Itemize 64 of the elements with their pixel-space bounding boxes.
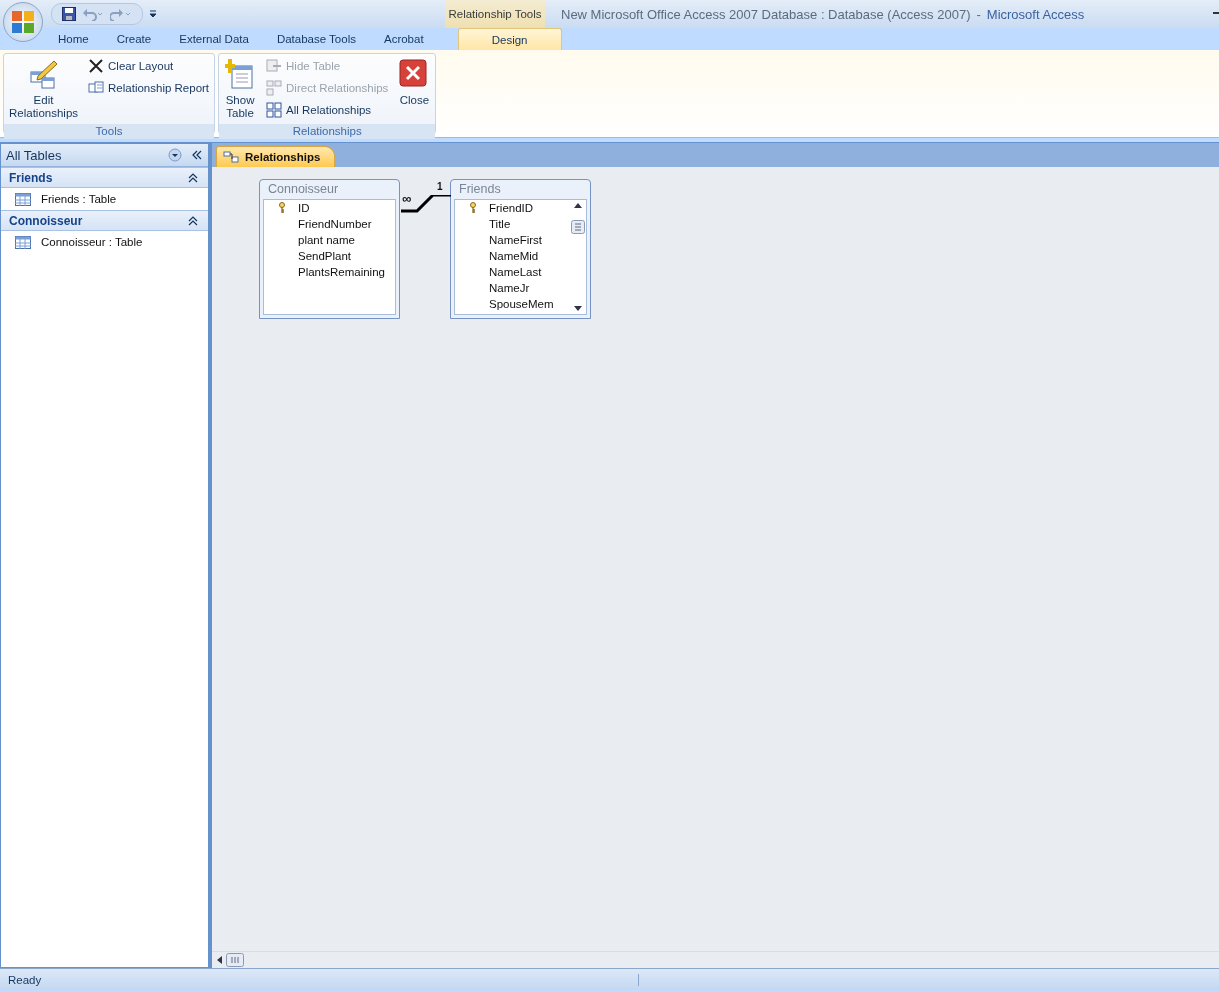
x-icon: [88, 58, 105, 74]
report-icon: [88, 80, 105, 96]
nav-item[interactable]: Friends : Table: [1, 188, 208, 210]
pencil-tables-icon: [27, 58, 60, 90]
table-icon: [15, 235, 31, 249]
nav-title[interactable]: All Tables: [1, 147, 168, 163]
relationships-icon: [223, 151, 239, 163]
many-label: ∞: [402, 191, 412, 206]
group-title: Relationships: [219, 124, 436, 139]
field-item[interactable]: SendPlant: [264, 248, 395, 264]
document-tab[interactable]: Relationships: [216, 146, 336, 167]
ribbon-button[interactable]: Clear Layout: [86, 57, 212, 75]
nav-group-header[interactable]: Connoisseur: [1, 210, 208, 231]
collapse-icon[interactable]: [188, 172, 198, 183]
field-item[interactable]: NameMid: [455, 248, 570, 264]
table-window[interactable]: Friends FriendID Title NameFirst NameMid NameLast NameJr SpouseMem: [450, 179, 591, 319]
ribbon-button[interactable]: Close: [396, 56, 433, 122]
title-separator: -: [976, 6, 981, 22]
boxes-icon: [266, 80, 283, 96]
group-title: Tools: [4, 124, 215, 139]
field-item[interactable]: FriendID: [455, 200, 570, 216]
status-text: Ready: [0, 973, 639, 986]
ribbon-tab[interactable]: External Data: [165, 28, 263, 50]
ribbon-tab[interactable]: Create: [102, 28, 166, 50]
one-label: 1: [437, 181, 443, 192]
relationship-line: [400, 195, 452, 215]
dropdown-icon[interactable]: [168, 148, 182, 162]
horizontal-scrollbar[interactable]: [212, 951, 1219, 968]
collapse-pane-icon[interactable]: [192, 150, 202, 160]
nav-group-header[interactable]: Friends: [1, 167, 208, 188]
field-item[interactable]: plant name: [264, 232, 395, 248]
scroll-thumb[interactable]: [226, 953, 244, 967]
field-item[interactable]: Title: [455, 216, 570, 232]
save-icon[interactable]: [62, 7, 76, 21]
table-window[interactable]: Connoisseur ID FriendNumber plant name SendPlant PlantsRemaining: [259, 179, 400, 319]
nav-group-title[interactable]: Friends: [1, 170, 188, 185]
nav-group-title[interactable]: Connoisseur: [1, 213, 188, 228]
office-button[interactable]: [3, 2, 43, 42]
field-item[interactable]: NameLast: [455, 264, 570, 280]
ribbon-button[interactable]: Relationship Report: [86, 79, 212, 97]
ribbon-tab[interactable]: Acrobat: [369, 28, 438, 50]
customize-icon[interactable]: [149, 10, 157, 18]
office-logo-icon: [10, 9, 36, 35]
contextual-tab-label: Relationship Tools: [445, 0, 545, 28]
scroll-left-icon[interactable]: [216, 955, 222, 965]
window-title: New Microsoft Office Access 2007 Database : Database (Access 2007): [561, 6, 971, 22]
app-name: Microsoft Access: [986, 6, 1085, 22]
field-item[interactable]: ID: [264, 200, 395, 216]
ribbon-button[interactable]: All Relationships: [264, 101, 391, 119]
ribbon-button[interactable]: Show Table: [222, 56, 259, 122]
ribbon-tab[interactable]: Home: [44, 28, 103, 50]
ribbon-tab[interactable]: Design: [457, 28, 562, 50]
field-item[interactable]: FriendNumber: [264, 216, 395, 232]
grid-icon: [266, 102, 283, 118]
field-item[interactable]: NameJr: [455, 280, 570, 296]
nav-item[interactable]: Connoisseur : Table: [1, 231, 208, 253]
field-item[interactable]: NameFirst: [455, 232, 570, 248]
table-icon: [15, 192, 31, 206]
collapse-icon[interactable]: [188, 215, 198, 226]
table-icon: [266, 58, 283, 74]
field-item[interactable]: SpouseMem: [455, 296, 570, 312]
ribbon-tab[interactable]: Database Tools: [262, 28, 370, 50]
field-item[interactable]: PlantsRemaining: [264, 264, 395, 280]
ribbon-button[interactable]: Edit Relationships: [7, 56, 81, 122]
